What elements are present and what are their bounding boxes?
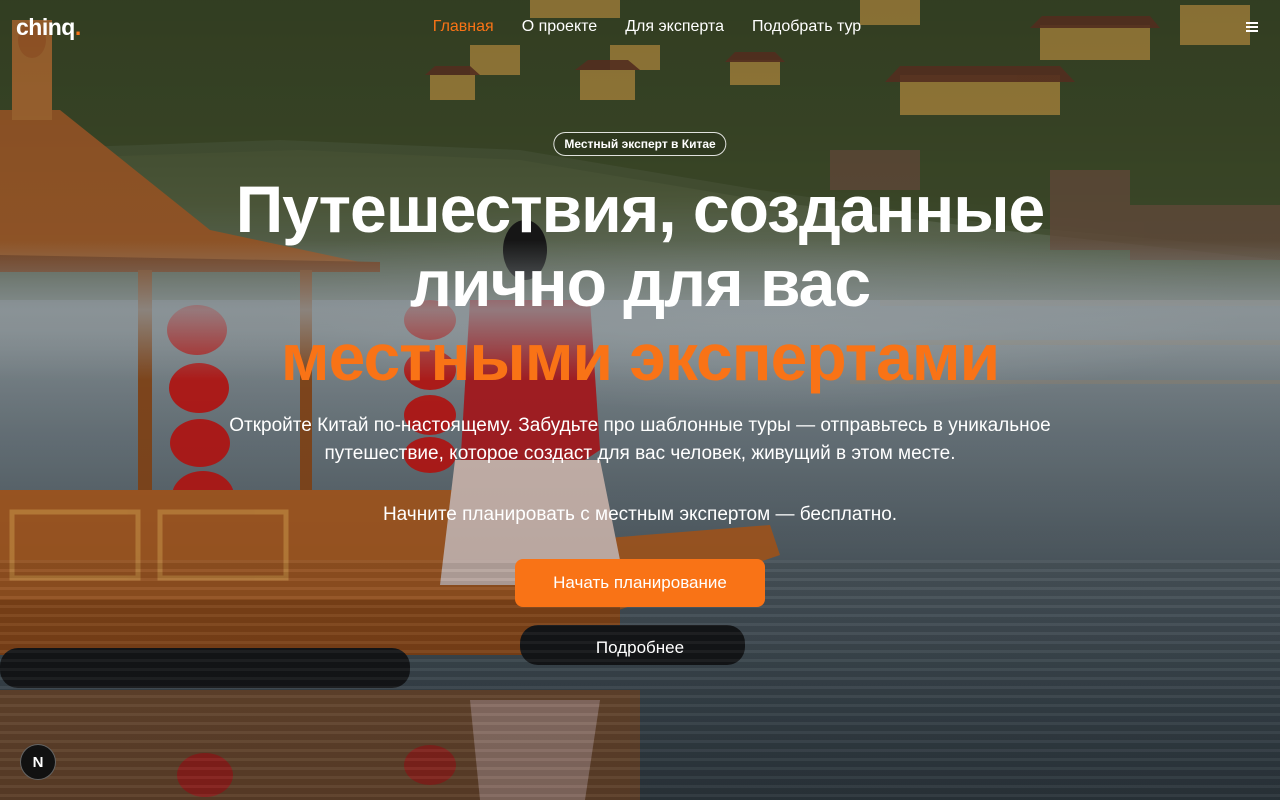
nextjs-dev-indicator[interactable]: N bbox=[20, 744, 56, 780]
hero-description: Откройте Китай по-настоящему. Забудьте п… bbox=[229, 415, 1051, 464]
hero-title-line-2: лично для вас bbox=[409, 246, 871, 320]
hamburger-menu-icon[interactable] bbox=[1246, 22, 1258, 32]
dark-overlay bbox=[0, 0, 1280, 800]
hero-badge: Местный эксперт в Китае bbox=[553, 132, 727, 156]
hero-subtext: Начните планировать с местным экспертом … bbox=[382, 504, 898, 525]
nav-item-find-tour[interactable]: Подобрать тур bbox=[752, 18, 861, 36]
nav-item-home[interactable]: Главная bbox=[433, 18, 494, 36]
hero-title-accent: местными экспертами bbox=[280, 320, 1000, 394]
nav-item-about[interactable]: О проекте bbox=[522, 18, 597, 36]
learn-more-link[interactable]: Подробнее bbox=[540, 636, 740, 660]
main-nav: Главная О проекте Для эксперта Подобрать… bbox=[0, 18, 1280, 36]
hero-title: Путешествия, созданные лично для вас мес… bbox=[0, 172, 1280, 394]
site-header: chinq. Главная О проекте Для эксперта По… bbox=[0, 0, 1280, 56]
hero-title-line-1: Путешествия, созданные bbox=[235, 172, 1046, 246]
hero-section: chinq. Главная О проекте Для эксперта По… bbox=[0, 0, 1280, 800]
start-planning-button[interactable]: Начать планирование bbox=[515, 559, 765, 607]
nav-item-for-expert[interactable]: Для эксперта bbox=[625, 18, 724, 36]
